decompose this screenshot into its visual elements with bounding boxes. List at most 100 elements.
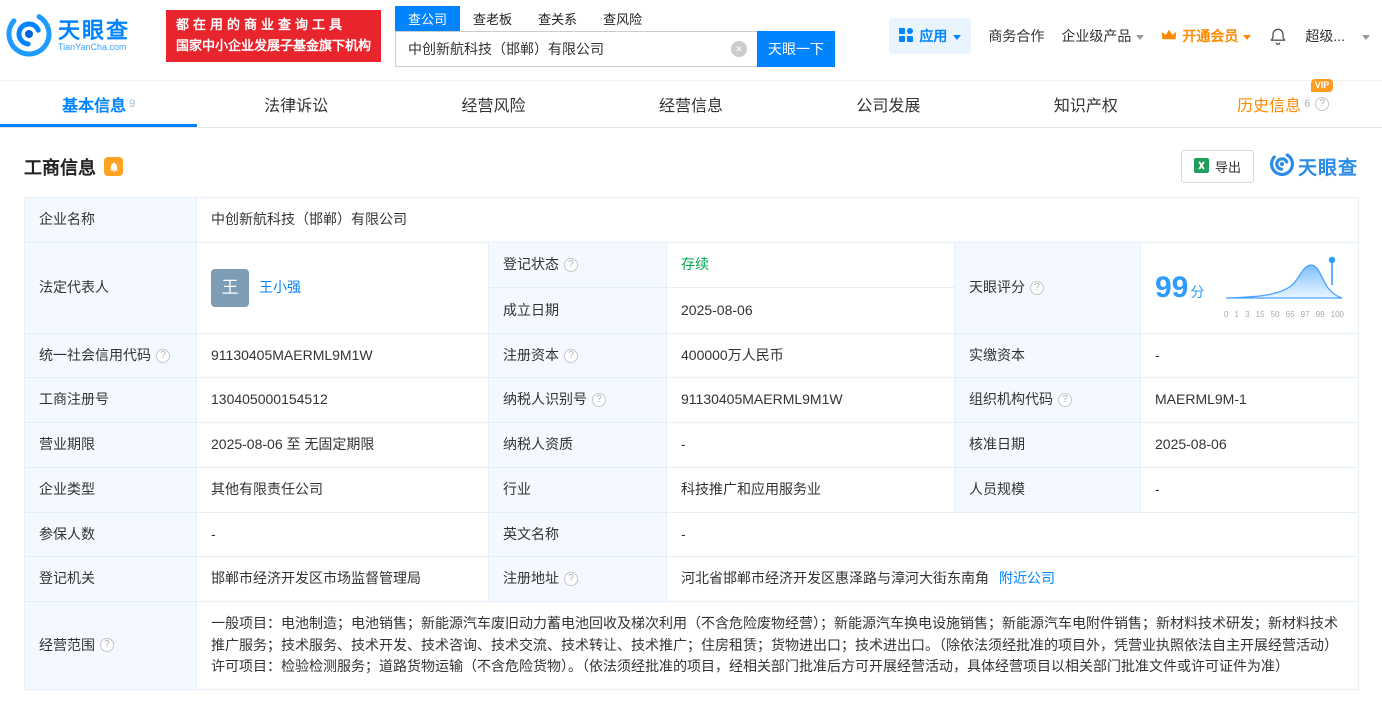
value-score: 99 分 01315 50 65 97 99 100 [1140,241,1359,334]
value-address: 河北省邯郸市经济开发区惠泽路与漳河大街东南角 附近公司 [666,556,1359,602]
apps-grid-icon [899,27,914,45]
tab-count: 9 [129,98,136,110]
export-button[interactable]: 导出 [1180,150,1254,183]
table-row: 参保人数 - 英文名称 - [24,511,1359,558]
legal-rep-link[interactable]: 王小强 [259,277,301,299]
search-area: 查公司 查老板 查关系 查风险 ✕ 天眼一下 [395,5,836,67]
label-reg-status: 登记状态? [488,241,667,289]
logo-brand-text: 天眼查 [58,17,131,43]
nav-enterprise-products[interactable]: 企业级产品 [1061,26,1145,46]
subscribe-bell-icon[interactable] [104,157,123,176]
search-input[interactable] [395,30,758,67]
tab-label: 经营风险 [461,98,526,115]
tianyancha-logo-icon [1269,152,1294,181]
table-row: 企业名称 中创新航科技（邯郸）有限公司 [24,197,1359,243]
value-establish-date: 2025-08-06 [666,287,955,334]
promo-line2: 国家中小企业发展子基金旗下机构 [176,38,372,53]
value-credit-code: 91130405MAERML9M1W [196,332,489,379]
tianyancha-logo[interactable]: 天眼查 TianYanCha.com [6,11,130,62]
value-taxpayer-id: 91130405MAERML9M1W [666,377,955,424]
business-info-table: 企业名称 中创新航科技（邯郸）有限公司 法定代表人 王 王小强 登记状态? 存续… [24,197,1359,690]
label-taxpayer-id: 纳税人识别号? [488,377,667,424]
tab-history-info[interactable]: VIP 历史信息 6 ? [1185,79,1382,127]
label-org-code: 组织机构代码? [954,377,1141,424]
label-score: 天眼评分? [954,241,1141,334]
label-business-term: 营业期限 [24,422,197,468]
watermark-logo: 天眼查 [1269,152,1358,181]
search-tab-boss[interactable]: 查老板 [460,6,525,31]
nearby-companies-link[interactable]: 附近公司 [999,570,1055,586]
table-row: 企业类型 其他有限责任公司 行业 科技推广和应用服务业 人员规模 - [24,466,1359,513]
label-address: 注册地址? [488,556,667,602]
help-icon[interactable]: ? [564,348,578,363]
search-button[interactable]: 天眼一下 [757,30,836,67]
table-row: 登记机关 邯郸市经济开发区市场监督管理局 注册地址? 河北省邯郸市经济开发区惠泽… [24,556,1359,602]
apps-label: 应用 [919,28,948,44]
help-icon[interactable]: ? [564,572,578,587]
legal-rep-avatar[interactable]: 王 [211,268,249,307]
notification-bell-icon[interactable] [1268,26,1288,46]
table-row: 经营范围? 一般项目：电池制造；电池销售；新能源汽车废旧动力蓄电池回收及梯次利用… [24,600,1359,690]
table-row: 营业期限 2025-08-06 至 无固定期限 纳税人资质 - 核准日期 202… [24,422,1359,468]
search-tab-company[interactable]: 查公司 [395,5,461,31]
label-registry: 登记机关 [24,556,197,602]
search-tab-risk[interactable]: 查风险 [590,6,655,31]
chevron-down-icon [953,34,962,40]
help-icon[interactable]: ? [592,393,606,408]
label-industry: 行业 [488,466,667,513]
label-reg-number: 工商注册号 [24,377,197,424]
nav-open-vip[interactable]: 开通会员 [1161,26,1252,46]
tab-intellectual-property[interactable]: 知识产权 [987,81,1184,127]
nav-business-cooperation[interactable]: 商务合作 [988,26,1044,46]
business-info-section-header: 工商信息 导出 天眼查 [24,150,1358,183]
excel-icon [1193,157,1209,176]
value-insured-count: - [196,511,489,558]
label-legal-rep: 法定代表人 [24,241,197,334]
tab-legal-litigation[interactable]: 法律诉讼 [197,81,394,127]
tab-operation-risk[interactable]: 经营风险 [395,81,592,127]
value-legal-rep: 王 王小强 [196,241,489,334]
chevron-down-icon [1136,34,1145,40]
label-insured-count: 参保人数 [24,511,197,558]
status-badge: 存续 [681,256,709,273]
section-title: 工商信息 [24,157,96,178]
top-header: 天眼查 TianYanCha.com 都在用的商业查询工具 国家中小企业发展子基… [0,0,1382,72]
score-value: 99 分 [1155,270,1205,304]
value-reg-status: 存续 [666,241,955,289]
label-company-name: 企业名称 [24,197,197,243]
value-reg-capital: 400000万人民币 [666,332,955,379]
help-icon[interactable]: ? [1058,393,1072,408]
label-establish-date: 成立日期 [488,287,667,334]
header-more-dropdown[interactable] [1362,33,1370,40]
crown-icon [1161,28,1177,44]
label-staff-size: 人员规模 [954,466,1141,513]
clear-icon[interactable]: ✕ [731,40,748,57]
tab-company-development[interactable]: 公司发展 [790,81,987,127]
value-business-term: 2025-08-06 至 无固定期限 [196,422,489,468]
value-reg-number: 130405000154512 [196,377,489,424]
table-row: 工商注册号 130405000154512 纳税人识别号? 91130405MA… [24,377,1359,424]
apps-button[interactable]: 应用 [889,18,972,54]
value-org-code: MAERML9M-1 [1140,377,1359,424]
promo-banner: 都在用的商业查询工具 国家中小企业发展子基金旗下机构 [166,10,382,62]
help-icon[interactable]: ? [1315,97,1330,111]
help-icon[interactable]: ? [156,348,170,363]
value-staff-size: - [1140,466,1359,513]
help-icon[interactable]: ? [100,638,114,653]
nav-super-vip[interactable]: 超级... [1305,26,1345,46]
value-company-name: 中创新航科技（邯郸）有限公司 [196,197,1359,243]
label-taxpayer-quality: 纳税人资质 [488,422,667,468]
super-vip-label: 超级... [1305,28,1345,44]
logo-domain-text: TianYanCha.com [58,42,127,53]
tab-basic-info[interactable]: 基本信息 9 [0,81,197,127]
search-tab-relation[interactable]: 查关系 [525,6,590,31]
score-chart: 0 1 3 15 50 65 97 99 100 [1224,254,1344,322]
chevron-down-icon [1243,34,1252,40]
help-icon[interactable]: ? [1030,280,1044,295]
tianyancha-logo-icon [6,11,52,62]
help-icon[interactable]: ? [564,257,578,272]
value-company-type: 其他有限责任公司 [196,466,489,513]
label-approval-date: 核准日期 [954,422,1141,468]
table-row: 统一社会信用代码? 91130405MAERML9M1W 注册资本? 40000… [24,332,1359,379]
tab-operation-info[interactable]: 经营信息 [592,81,789,127]
